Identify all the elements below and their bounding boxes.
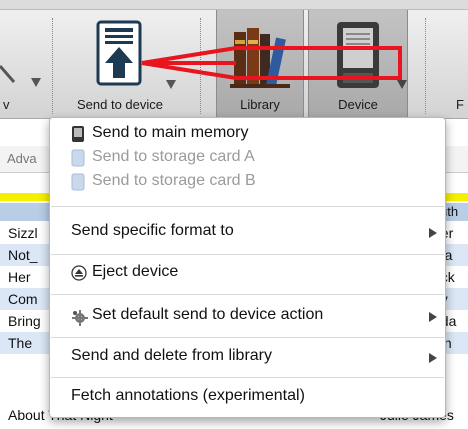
toolbar-separator xyxy=(425,18,426,114)
menu-separator xyxy=(51,254,444,255)
menu-separator xyxy=(51,294,444,295)
send-to-device-icon xyxy=(96,20,142,86)
toolbar-separator xyxy=(200,18,201,114)
toolbar-partial-right-button[interactable]: F xyxy=(428,10,468,118)
storage-card-icon xyxy=(71,173,85,191)
library-button[interactable]: Library xyxy=(216,10,304,118)
menu-item-label: Set default send to device action xyxy=(92,306,324,323)
main-toolbar: v Send to device Library Device F xyxy=(0,0,468,119)
books-icon xyxy=(230,28,290,88)
menu-item-send-card-b[interactable]: Send to storage card B xyxy=(50,172,445,194)
search-input-text: Adva xyxy=(7,151,37,166)
menu-item-eject-device[interactable]: Eject device xyxy=(50,263,445,285)
toolbar-partial-left-label: v xyxy=(3,97,10,112)
toolbar-separator xyxy=(52,18,53,114)
menu-item-fetch-annotations[interactable]: Fetch annotations (experimental) xyxy=(50,387,445,409)
row-title: Com xyxy=(8,291,38,307)
menu-separator xyxy=(51,377,444,378)
chevron-down-icon[interactable] xyxy=(31,78,41,87)
menu-item-label: Eject device xyxy=(92,263,179,280)
gear-icon xyxy=(72,310,88,326)
menu-separator xyxy=(51,337,444,338)
submenu-arrow-icon xyxy=(429,353,437,363)
toolbar-partial-right-label: F xyxy=(456,97,464,112)
send-to-device-button[interactable]: Send to device xyxy=(56,10,184,118)
ereader-icon xyxy=(337,22,379,88)
menu-item-label: Send to storage card A xyxy=(92,148,255,165)
submenu-arrow-icon xyxy=(429,312,437,322)
menu-separator xyxy=(51,206,444,207)
device-button[interactable]: Device xyxy=(308,10,408,118)
device-label: Device xyxy=(338,97,378,112)
device-options-chevron-icon[interactable] xyxy=(397,80,407,89)
send-options-chevron-icon[interactable] xyxy=(166,80,176,89)
menu-item-label: Send to main memory xyxy=(92,124,249,141)
menu-item-label: Send to storage card B xyxy=(92,172,256,189)
library-label: Library xyxy=(240,97,280,112)
row-title: Not_ xyxy=(8,247,38,263)
menu-item-label: Send specific format to xyxy=(71,222,234,239)
storage-card-icon xyxy=(71,149,85,167)
menu-item-send-specific-format[interactable]: Send specific format to xyxy=(50,222,445,244)
row-title: The xyxy=(8,335,33,351)
menu-item-send-card-a[interactable]: Send to storage card A xyxy=(50,148,445,170)
tool-partial-icon xyxy=(0,65,16,83)
submenu-arrow-icon xyxy=(429,228,437,238)
menu-item-set-default-action[interactable]: Set default send to device action xyxy=(50,306,445,328)
toolbar-partial-left-button[interactable]: v xyxy=(0,10,48,118)
toolbar-top-strip xyxy=(0,0,468,10)
device-icon xyxy=(72,126,84,142)
menu-item-label: Fetch annotations (experimental) xyxy=(71,387,305,404)
row-title: Her xyxy=(8,269,31,285)
eject-icon xyxy=(71,265,87,281)
send-to-device-menu: Send to main memory Send to storage card… xyxy=(49,117,446,418)
menu-item-send-and-delete[interactable]: Send and delete from library xyxy=(50,347,445,369)
row-title: Bring xyxy=(8,313,41,329)
send-to-device-label: Send to device xyxy=(76,97,163,112)
row-title: Sizzl xyxy=(8,225,38,241)
menu-item-label: Send and delete from library xyxy=(71,347,272,364)
menu-item-send-main-memory[interactable]: Send to main memory xyxy=(50,124,445,146)
